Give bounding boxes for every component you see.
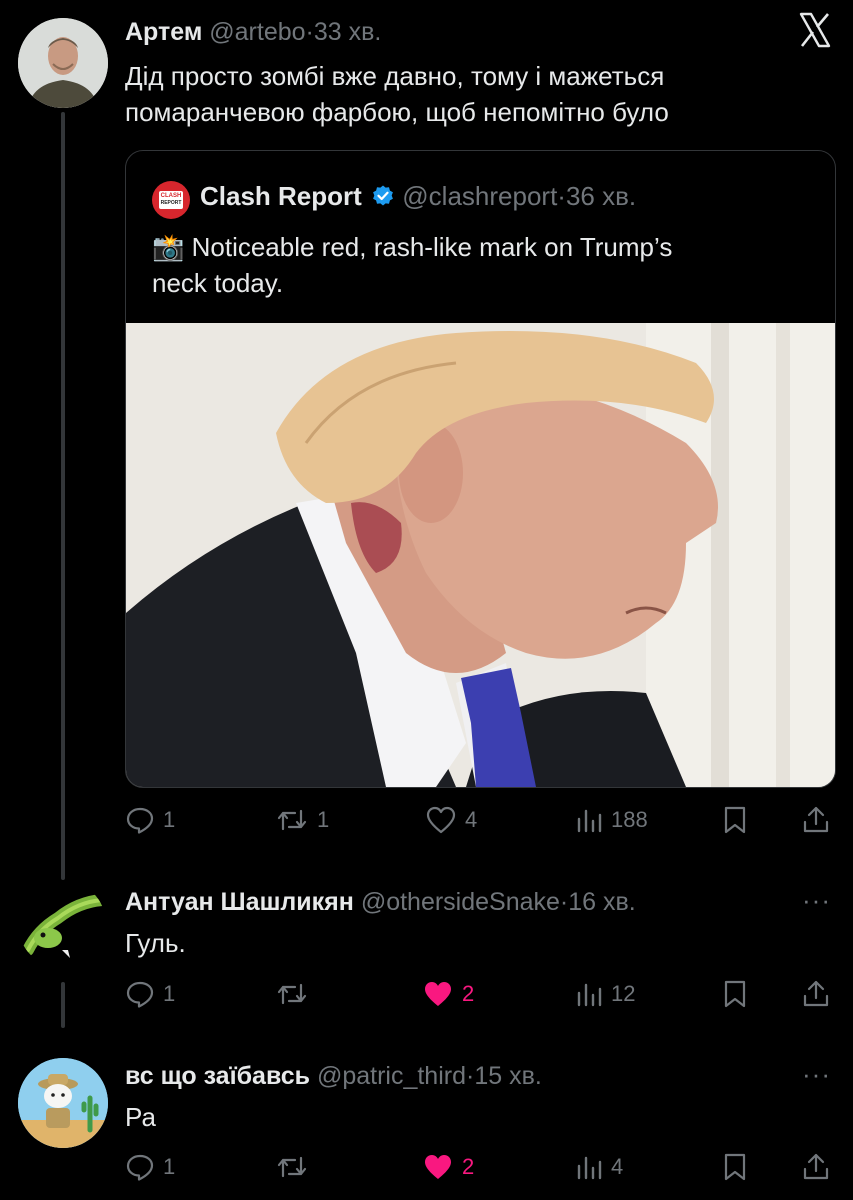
quote-author-name[interactable]: Clash Report [200, 181, 362, 211]
quote-text-line1: Noticeable red, rash-like mark on Trump’… [191, 232, 673, 262]
reply-button[interactable]: 1 [125, 1147, 175, 1187]
views-count: 12 [611, 981, 636, 1006]
more-icon[interactable]: ··· [802, 885, 831, 916]
reply-2-author-name[interactable]: вс що заїбавсь [125, 1062, 310, 1090]
bookmark-button[interactable] [721, 1147, 749, 1187]
main-tweet-header: Артем @artebo·33 хв. [125, 17, 381, 47]
quote-time[interactable]: 36 хв. [566, 181, 636, 211]
like-button[interactable]: 2 [422, 1147, 474, 1187]
reply-count: 1 [163, 1154, 176, 1179]
avatar-image [18, 18, 108, 108]
like-icon [425, 1155, 451, 1179]
avatar-image [18, 1058, 108, 1148]
reply-icon [126, 1154, 154, 1181]
views-button[interactable]: 12 [575, 974, 635, 1014]
reply-1-author-name[interactable]: Антуан Шашликян [125, 888, 354, 916]
like-count: 4 [465, 807, 478, 832]
like-count: 2 [462, 1154, 475, 1179]
retweet-icon [277, 809, 307, 831]
retweet-icon [277, 1156, 307, 1178]
share-button[interactable] [801, 1147, 831, 1187]
main-author-name[interactable]: Артем [125, 18, 202, 46]
like-button[interactable]: 2 [422, 974, 474, 1014]
like-icon [426, 806, 456, 834]
more-icon[interactable]: ··· [802, 1059, 831, 1090]
clash-report-logo: CLASH REPORT [152, 181, 190, 219]
like-icon [425, 982, 451, 1006]
views-icon [577, 983, 602, 1007]
bookmark-icon [724, 1153, 746, 1181]
like-button[interactable]: 4 [425, 800, 477, 840]
reply-2-actions: 1 2 4 [125, 1147, 833, 1187]
reply-2-header: вс що заїбавсь @patric_third·15 хв. [125, 1061, 542, 1091]
reply-icon [126, 807, 154, 834]
x-logo-icon [799, 12, 831, 48]
clash-logo-text-bottom: REPORT [160, 200, 182, 206]
clash-logo-text-top: CLASH [160, 193, 182, 199]
camera-flash-emoji: 📸 [152, 232, 185, 262]
reply-button[interactable]: 1 [125, 800, 175, 840]
quote-photo[interactable] [126, 323, 835, 787]
views-button[interactable]: 4 [575, 1147, 623, 1187]
verified-badge-icon [373, 185, 393, 206]
meta-separator: · [305, 18, 314, 46]
retweet-count: 1 [317, 807, 330, 832]
reply-button[interactable]: 1 [125, 974, 175, 1014]
reply-1-author-handle[interactable]: @othersideSnake [361, 888, 560, 916]
thread-line [61, 112, 65, 880]
share-button[interactable] [801, 974, 831, 1014]
reply-2-author-handle[interactable]: @patric_third [317, 1062, 466, 1090]
avatar-cat-explorer[interactable] [18, 1058, 108, 1148]
reply-1-time[interactable]: 16 хв. [568, 888, 635, 916]
reply-1-text: Гуль. [125, 928, 186, 958]
main-tweet-text: Дід просто зомбі вже давно, тому і мажет… [125, 58, 669, 130]
retweet-button[interactable]: 1 [275, 800, 329, 840]
avatar-image [22, 894, 106, 958]
bookmark-icon [724, 806, 746, 834]
main-tweet-actions: 1 1 4 188 [125, 800, 833, 840]
reply-2-text: Ра [125, 1102, 156, 1132]
like-count: 2 [462, 981, 475, 1006]
views-button[interactable]: 188 [575, 800, 648, 840]
meta-separator: · [559, 888, 569, 916]
quote-header: Clash Report @clashreport·36 хв. [200, 181, 636, 211]
quoted-tweet-card[interactable]: CLASH REPORT Clash Report @clashreport·3… [125, 150, 836, 788]
main-tweet-text-line2: помаранчевою фарбою, щоб непомітно було [125, 97, 669, 127]
quote-text: 📸 Noticeable red, rash-like mark on Trum… [152, 229, 822, 301]
reply-2-time[interactable]: 15 хв. [474, 1062, 541, 1090]
views-count: 4 [611, 1154, 624, 1179]
retweet-button[interactable] [275, 1147, 317, 1187]
avatar-snake[interactable] [18, 880, 106, 968]
reply-1-actions: 1 2 12 [125, 974, 833, 1014]
share-icon [803, 980, 829, 1007]
views-icon [577, 809, 602, 833]
bookmark-button[interactable] [721, 974, 749, 1014]
reply-1-header: Антуан Шашликян @othersideSnake·16 хв. [125, 887, 636, 917]
clash-logo-plate: CLASH REPORT [159, 191, 183, 209]
reply-thread-line [61, 982, 65, 1028]
views-count: 188 [611, 807, 648, 832]
share-icon [803, 1153, 829, 1180]
main-tweet-time[interactable]: 33 хв. [314, 18, 381, 46]
retweet-icon [277, 983, 307, 1005]
bookmark-button[interactable] [721, 800, 749, 840]
reply-count: 1 [163, 981, 176, 1006]
retweet-button[interactable] [275, 974, 317, 1014]
quote-author-handle[interactable]: @clashreport [402, 181, 557, 211]
views-icon [577, 1156, 602, 1180]
quote-text-line2: neck today. [152, 268, 284, 298]
share-icon [803, 806, 829, 833]
main-tweet-text-line1: Дід просто зомбі вже давно, тому і мажет… [125, 61, 665, 91]
main-author-handle[interactable]: @artebo [209, 18, 305, 46]
bookmark-icon [724, 980, 746, 1008]
reply-count: 1 [163, 807, 176, 832]
reply-icon [126, 981, 154, 1008]
share-button[interactable] [801, 800, 831, 840]
meta-separator: · [557, 181, 566, 211]
avatar-artem[interactable] [18, 18, 108, 108]
